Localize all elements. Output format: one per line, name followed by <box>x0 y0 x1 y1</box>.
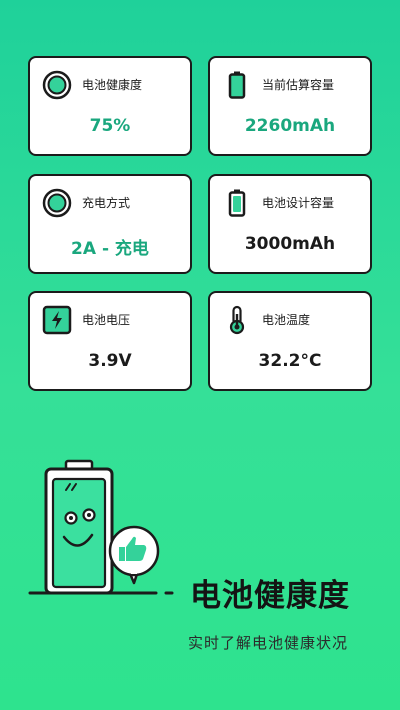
estimated-capacity-label: 当前估算容量 <box>262 78 335 92</box>
estimated-capacity-card[interactable]: 当前估算容量 2260mAh <box>208 56 372 156</box>
design-capacity-card[interactable]: 电池设计容量 3000mAh <box>208 174 372 274</box>
lightning-icon <box>42 305 72 335</box>
hero-subtitle: 实时了解电池健康状况 <box>188 634 349 652</box>
charge-ring-icon <box>42 188 72 218</box>
charging-method-card[interactable]: 充电方式 2A - 充电 <box>28 174 192 274</box>
charging-method-value: 2A - 充电 <box>71 239 149 259</box>
health-ring-icon <box>42 70 72 100</box>
charging-method-label: 充电方式 <box>82 196 131 210</box>
hero-title: 电池健康度 <box>190 578 350 614</box>
battery-icon <box>228 71 246 99</box>
battery-health-card[interactable]: 电池健康度 75% <box>28 56 192 156</box>
battery-temperature-label: 电池温度 <box>262 313 311 327</box>
estimated-capacity-value: 2260mAh <box>244 116 336 136</box>
battery-health-label: 电池健康度 <box>82 78 143 92</box>
battery-voltage-card[interactable]: 电池电压 3.9V <box>28 291 192 391</box>
battery-temperature-card[interactable]: 电池温度 32.2°C <box>208 291 372 391</box>
battery-health-value: 75% <box>89 116 131 136</box>
design-capacity-value: 3000mAh <box>244 234 336 254</box>
battery-mascot-illustration <box>28 459 174 595</box>
battery-temperature-value: 32.2°C <box>258 351 322 371</box>
thermometer-icon <box>229 305 245 335</box>
battery-voltage-value: 3.9V <box>88 351 132 371</box>
battery-outline-icon <box>228 189 246 217</box>
battery-voltage-label: 电池电压 <box>82 313 131 327</box>
design-capacity-label: 电池设计容量 <box>262 196 335 210</box>
